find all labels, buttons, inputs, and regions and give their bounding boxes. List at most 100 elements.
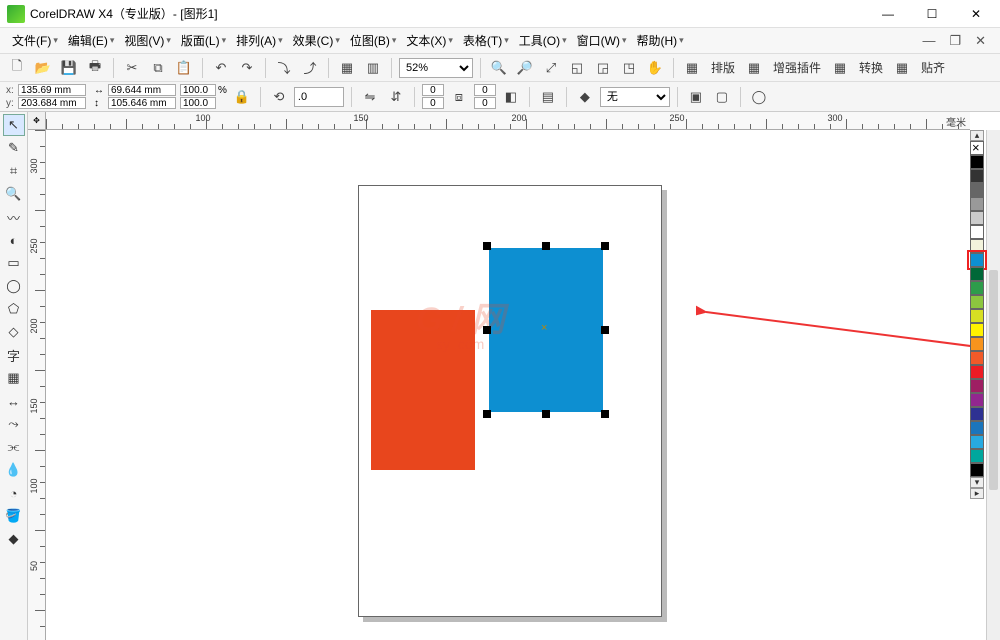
shape-tool[interactable]: ✎ xyxy=(3,137,25,159)
zoom-selection-icon[interactable]: ◲ xyxy=(592,57,614,79)
zoom-page-icon[interactable]: ⤢ xyxy=(540,57,562,79)
undo-icon[interactable]: ↶ xyxy=(210,57,232,79)
pan-icon[interactable]: ✋ xyxy=(644,57,666,79)
zoom-fit-icon[interactable]: ◱ xyxy=(566,57,588,79)
color-swatch[interactable] xyxy=(970,211,984,225)
color-swatch[interactable] xyxy=(970,365,984,379)
outline-tool[interactable]: ◔ xyxy=(3,482,25,504)
window-close-button[interactable]: ✕ xyxy=(954,1,998,27)
color-swatch[interactable] xyxy=(970,281,984,295)
doc-close-button[interactable]: ✕ xyxy=(969,33,992,49)
color-swatch[interactable] xyxy=(970,435,984,449)
color-swatch[interactable] xyxy=(970,449,984,463)
menu-file[interactable]: 文件(F)▾ xyxy=(8,30,62,51)
color-swatch[interactable] xyxy=(970,141,984,155)
corner-lock-icon[interactable]: ⧈ xyxy=(448,86,470,108)
color-swatch[interactable] xyxy=(970,225,984,239)
scale-y-input[interactable] xyxy=(180,97,216,109)
palette-scroll-down[interactable]: ▾ xyxy=(970,477,984,488)
vertical-scrollbar[interactable] xyxy=(986,130,1000,640)
corner-tl-input[interactable] xyxy=(422,84,444,96)
color-swatch[interactable] xyxy=(970,239,984,253)
menu-layout[interactable]: 版面(L)▾ xyxy=(177,30,230,51)
fill-tool[interactable]: 🪣 xyxy=(3,505,25,527)
color-swatch[interactable] xyxy=(970,379,984,393)
menu-effects[interactable]: 效果(C)▾ xyxy=(289,30,344,51)
color-swatch[interactable] xyxy=(970,295,984,309)
outline-width-select[interactable]: 无 xyxy=(600,87,670,107)
welcome-icon[interactable]: ▥ xyxy=(362,57,384,79)
color-swatch[interactable] xyxy=(970,253,984,267)
connector-tool[interactable]: ⤳ xyxy=(3,413,25,435)
eyedropper-tool[interactable]: 💧 xyxy=(3,459,25,481)
crop-tool[interactable]: ⌗ xyxy=(3,160,25,182)
freehand-tool[interactable]: 〰 xyxy=(3,206,25,228)
menu-bitmaps[interactable]: 位图(B)▾ xyxy=(346,30,401,51)
corner-tr-input[interactable] xyxy=(474,84,496,96)
color-swatch[interactable] xyxy=(970,267,984,281)
arrange-icon[interactable]: ▦ xyxy=(681,57,703,79)
menu-arrange[interactable]: 排列(A)▾ xyxy=(232,30,287,51)
window-maximize-button[interactable]: ☐ xyxy=(910,1,954,27)
import-icon[interactable]: ⤵ xyxy=(273,57,295,79)
orange-rectangle[interactable] xyxy=(371,310,475,470)
corner-br-input[interactable] xyxy=(474,97,496,109)
new-icon[interactable]: 🗋 xyxy=(6,57,28,79)
menu-table[interactable]: 表格(T)▾ xyxy=(459,30,513,51)
text-tool[interactable]: 字 xyxy=(3,344,25,366)
menu-help[interactable]: 帮助(H)▾ xyxy=(633,30,688,51)
zoom-all-icon[interactable]: ◳ xyxy=(618,57,640,79)
ruler-origin[interactable]: ✥ xyxy=(28,112,46,130)
zoom-in-icon[interactable]: 🔍 xyxy=(488,57,510,79)
to-back-icon[interactable]: ▢ xyxy=(711,86,733,108)
export-icon[interactable]: ⤴ xyxy=(299,57,321,79)
horizontal-ruler[interactable]: 100150200250300 xyxy=(46,112,970,130)
app-launcher-icon[interactable]: ▦ xyxy=(336,57,358,79)
menu-view[interactable]: 视图(V)▾ xyxy=(120,30,175,51)
rectangle-tool[interactable]: ▭ xyxy=(3,252,25,274)
enhance-icon[interactable]: ▦ xyxy=(743,57,765,79)
color-swatch[interactable] xyxy=(970,197,984,211)
color-swatch[interactable] xyxy=(970,323,984,337)
color-swatch[interactable] xyxy=(970,337,984,351)
polygon-tool[interactable]: ⬠ xyxy=(3,298,25,320)
convert-icon[interactable]: ▦ xyxy=(829,57,851,79)
color-swatch[interactable] xyxy=(970,393,984,407)
corner-bl-input[interactable] xyxy=(422,97,444,109)
wrap-icon[interactable]: ▤ xyxy=(537,86,559,108)
color-swatch[interactable] xyxy=(970,407,984,421)
ellipse-tool[interactable]: ◯ xyxy=(3,275,25,297)
height-input[interactable] xyxy=(108,97,176,109)
convert-curves-icon[interactable]: ◯ xyxy=(748,86,770,108)
doc-minimize-button[interactable]: — xyxy=(916,33,941,48)
zoom-level-select[interactable]: 52% xyxy=(399,58,473,78)
width-input[interactable] xyxy=(108,84,176,96)
zoom-out-icon[interactable]: 🔎 xyxy=(514,57,536,79)
color-swatch[interactable] xyxy=(970,183,984,197)
vertical-ruler[interactable]: 30025020015010050 xyxy=(28,130,46,640)
color-swatch[interactable] xyxy=(970,421,984,435)
window-minimize-button[interactable]: — xyxy=(866,1,910,27)
color-swatch[interactable] xyxy=(970,463,984,477)
blend-tool[interactable]: ⫘ xyxy=(3,436,25,458)
canvas[interactable]: G / 网 sy .com × xyxy=(46,130,970,640)
rotation-input[interactable] xyxy=(294,87,344,107)
save-icon[interactable]: 💾 xyxy=(58,57,80,79)
to-front-icon[interactable]: ▣ xyxy=(685,86,707,108)
align-icon[interactable]: ▦ xyxy=(891,57,913,79)
mirror-v-icon[interactable]: ⇵ xyxy=(385,86,407,108)
color-swatch[interactable] xyxy=(970,155,984,169)
menu-tools[interactable]: 工具(O)▾ xyxy=(515,30,571,51)
smart-fill-tool[interactable]: ◐ xyxy=(3,229,25,251)
basic-shapes-tool[interactable]: ◇ xyxy=(3,321,25,343)
copy-icon[interactable]: ⧉ xyxy=(147,57,169,79)
scale-x-input[interactable] xyxy=(180,84,216,96)
x-position-input[interactable] xyxy=(18,84,86,96)
print-icon[interactable]: 🖶 xyxy=(84,57,106,79)
palette-flyout[interactable]: ▸ xyxy=(970,488,984,499)
table-tool[interactable]: ▦ xyxy=(3,367,25,389)
color-swatch[interactable] xyxy=(970,351,984,365)
zoom-tool[interactable]: 🔍 xyxy=(3,183,25,205)
mirror-h-icon[interactable]: ⇋ xyxy=(359,86,381,108)
y-position-input[interactable] xyxy=(18,97,86,109)
